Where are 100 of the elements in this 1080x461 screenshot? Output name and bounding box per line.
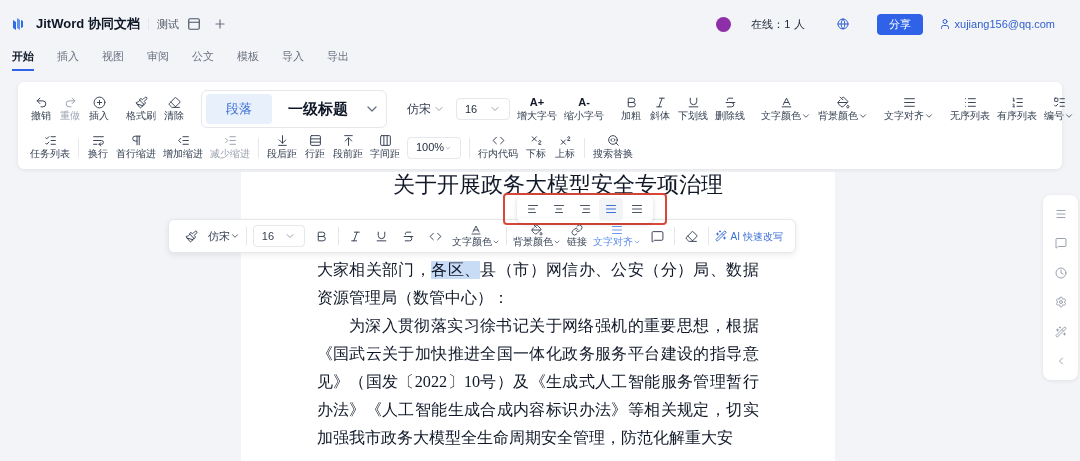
toolbar-button[interactable]: 下划线 — [678, 95, 708, 123]
toolbar-button[interactable]: 斜体 — [649, 95, 671, 123]
toolbar-button[interactable]: 段后距 — [267, 134, 297, 161]
align-distributed-icon — [631, 203, 643, 215]
toolbar-button[interactable]: 插入 — [88, 95, 110, 123]
font-select[interactable]: 仿宋 — [403, 100, 449, 118]
toolbar-button[interactable]: 字间距 — [370, 134, 400, 161]
toolbar-button[interactable]: 下标 — [525, 134, 547, 161]
size-select[interactable]: 100% — [407, 136, 461, 159]
toolbar-button[interactable]: 背景颜色 — [513, 224, 562, 248]
size-select[interactable]: 16 — [456, 98, 510, 120]
brush-icon — [134, 95, 148, 109]
text-color-icon — [779, 95, 793, 109]
logo-icon — [12, 17, 24, 31]
toolbar-button[interactable]: 文字对齐 — [884, 95, 934, 123]
tab[interactable]: 模板 — [237, 48, 259, 71]
chevron-icon — [553, 238, 562, 246]
font-select[interactable]: 仿宋 — [207, 227, 240, 245]
italic-icon — [348, 229, 362, 243]
comment-icon — [650, 229, 664, 243]
toolbar-button[interactable]: 行距 — [304, 134, 326, 161]
font-size-button[interactable]: A+ 增大字号 — [517, 95, 557, 123]
font-size-button[interactable]: A- 缩小字号 — [564, 95, 604, 123]
toolbar-button[interactable]: 删除线 — [715, 95, 745, 123]
indent-icon — [176, 134, 190, 147]
tab[interactable]: 插入 — [57, 48, 79, 71]
comment-icon[interactable] — [1054, 237, 1067, 250]
tab[interactable]: 公文 — [192, 48, 214, 71]
search-icon — [606, 134, 620, 147]
underline-icon — [375, 229, 389, 243]
user-email[interactable]: xujiang156@qq.com — [954, 15, 1055, 33]
strikethrough-icon — [723, 95, 737, 109]
tab[interactable]: 导入 — [282, 48, 304, 71]
chevron-icon — [632, 238, 641, 246]
align-option[interactable] — [599, 197, 623, 221]
letter-spacing-icon — [378, 134, 392, 147]
task-list-icon — [43, 134, 57, 147]
toolbar-button[interactable]: 无序列表 — [950, 95, 990, 123]
style-select[interactable]: 段落 一级标题 — [201, 90, 387, 128]
link-icon — [571, 224, 583, 236]
toolbar-button[interactable]: 格式刷 — [126, 95, 156, 123]
size-select[interactable]: 16 — [252, 225, 305, 247]
toolbar-button[interactable]: 加粗 — [620, 95, 642, 123]
pilcrow-icon — [129, 134, 143, 147]
toolbar-button[interactable]: 文字颜色 — [452, 224, 501, 248]
chevron-icon — [229, 231, 240, 241]
redo-icon — [63, 95, 77, 109]
share-button[interactable]: 分享 — [876, 13, 923, 35]
outdent-icon — [223, 134, 237, 147]
online-count: 在线：1 人 — [751, 16, 805, 32]
eraser-icon — [684, 229, 698, 243]
toolbar-button[interactable]: 背景颜色 — [818, 95, 868, 123]
wand-icon — [714, 230, 727, 242]
style-option[interactable]: 一级标题 — [280, 94, 356, 124]
toolbar-button[interactable]: 文字颜色 — [761, 95, 811, 123]
ai-rewrite-button[interactable]: AI 快速改写 — [714, 228, 783, 244]
brush-icon — [185, 229, 198, 243]
wand-icon[interactable] — [1054, 325, 1067, 338]
text-color-icon — [470, 224, 483, 236]
document-icon[interactable] — [186, 17, 201, 31]
toolbar-button[interactable]: 链接 — [567, 224, 587, 248]
numbering-icon — [1052, 95, 1066, 109]
toolbar-button[interactable]: 任务列表 — [30, 134, 70, 161]
toolbar-button[interactable]: 首行缩进 — [116, 134, 156, 161]
align-center-icon — [553, 203, 565, 215]
toolbar-button[interactable]: 段前距 — [333, 134, 363, 161]
subscript-icon — [529, 134, 543, 147]
tab[interactable]: 审阅 — [147, 48, 169, 71]
toolbar-button[interactable]: 增加缩进 — [163, 134, 203, 161]
avatar — [716, 16, 732, 32]
plus-circle-icon — [92, 95, 106, 109]
toolbar-button[interactable]: 编号 — [1044, 95, 1074, 123]
toolbar-button[interactable]: 换行 — [87, 134, 109, 161]
superscript-icon — [558, 134, 572, 147]
italic-icon — [653, 95, 667, 109]
align-icon — [610, 224, 623, 236]
toolbar-button[interactable]: 上标 — [554, 134, 576, 161]
align-right-icon — [579, 203, 591, 215]
tab[interactable]: 视图 — [102, 48, 124, 71]
app-title: JitWord 协同文档 — [36, 15, 140, 34]
tab[interactable]: 开始 — [12, 48, 34, 71]
toolbar-button[interactable]: 行内代码 — [478, 134, 518, 161]
toolbar-button[interactable]: 撤销 — [30, 95, 52, 123]
numbered-list-icon — [1010, 95, 1024, 109]
paragraph: 大家相关部门，各区、县（市）网信办、公安（分）局、数据资源管理局（数管中心）： — [316, 260, 759, 309]
eraser-icon — [167, 95, 181, 109]
wrap-icon — [91, 134, 105, 147]
chevron-icon — [492, 238, 501, 246]
globe-icon[interactable] — [836, 18, 849, 30]
paint-bucket-icon — [836, 95, 850, 109]
toolbar-button[interactable]: 清除 — [163, 95, 185, 123]
paragraph: 为深入贯彻落实习徐书记关于网络强机的重要思想，根据《国武云关于加快推进全国一体化政务服务平台建设的指导意见》（国发〔2022〕10号）及《生成式人工智能服务管理暂行办法》《人工智能生成合成内容标识办法》等相关规定，切实加强我市政务大模型全生命周期安全管理，防范化解重大安 — [316, 316, 759, 449]
toolbar-button[interactable]: 有序列表 — [997, 95, 1037, 123]
tab[interactable]: 导出 — [327, 48, 349, 71]
paint-bucket-icon — [531, 224, 544, 236]
line-spacing-icon — [308, 134, 322, 147]
toolbar-button[interactable]: 搜索替换 — [593, 134, 633, 161]
style-option[interactable]: 段落 — [206, 94, 272, 124]
align-left-icon — [527, 203, 539, 215]
menu-icon[interactable] — [1054, 207, 1067, 220]
